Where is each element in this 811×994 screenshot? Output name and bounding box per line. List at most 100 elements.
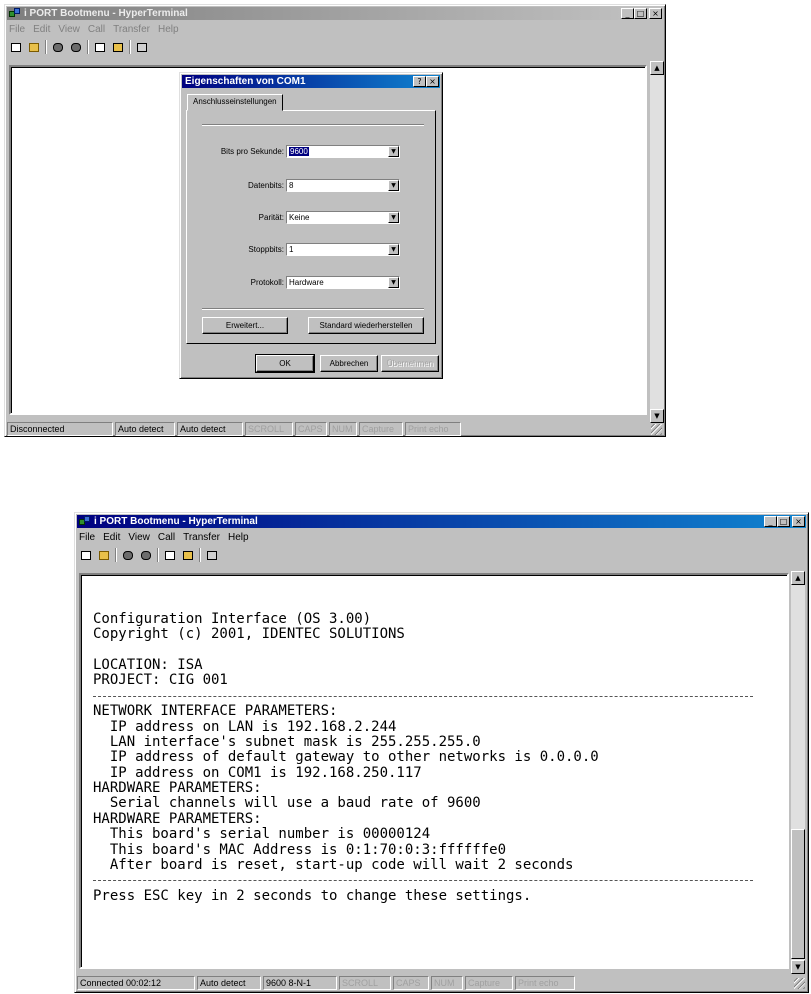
scroll-thumb[interactable] <box>791 829 805 959</box>
menu-file[interactable]: File <box>9 24 25 35</box>
scroll-up-icon[interactable]: ▲ <box>791 571 805 585</box>
scroll-up-icon[interactable]: ▲ <box>650 61 664 75</box>
cancel-button[interactable]: Abbrechen <box>320 355 378 372</box>
protocol-select[interactable]: Hardware ▼ <box>286 276 400 289</box>
open-icon[interactable] <box>27 41 41 54</box>
chevron-down-icon[interactable]: ▼ <box>388 277 399 288</box>
terminal-line: LAN interface's subnet mask is 255.255.2… <box>93 733 481 750</box>
toolbar-separator <box>199 548 201 562</box>
connect-icon[interactable] <box>51 41 65 54</box>
terminal-line: Press ESC key in 2 seconds to change the… <box>93 887 532 904</box>
new-icon[interactable] <box>9 41 23 54</box>
terminal-line: HARDWARE PARAMETERS: <box>93 810 262 827</box>
close-icon[interactable]: × <box>649 8 662 19</box>
disconnect-icon[interactable] <box>69 41 83 54</box>
close-icon[interactable]: × <box>792 516 805 527</box>
groupbox-bottom-line <box>202 308 424 310</box>
terminal-line: LOCATION: ISA <box>93 656 203 673</box>
field-value: Keine <box>289 213 310 222</box>
advanced-button[interactable]: Erweitert... <box>202 317 288 334</box>
groupbox-top-line <box>202 124 424 126</box>
dialog-title: Eigenschaften von COM1 <box>185 76 306 87</box>
field-row-parity: Parität: Keine ▼ <box>204 211 400 224</box>
send-icon[interactable] <box>163 549 177 562</box>
window-title: i PORT Bootmenu - HyperTerminal <box>24 8 188 19</box>
resize-grip-icon[interactable] <box>794 978 805 989</box>
open-icon[interactable] <box>97 549 111 562</box>
terminal-line: Configuration Interface (OS 3.00) <box>93 610 372 627</box>
vertical-scrollbar[interactable]: ▲ ▼ <box>650 61 664 423</box>
menu-call[interactable]: Call <box>158 532 175 543</box>
menu-edit[interactable]: Edit <box>103 532 120 543</box>
terminal-line: NETWORK INTERFACE PARAMETERS: <box>93 703 338 720</box>
new-icon[interactable] <box>79 549 93 562</box>
send-icon[interactable] <box>93 41 107 54</box>
hyperterminal-app-icon <box>79 516 91 527</box>
field-label: Bits pro Sekunde: <box>220 147 284 156</box>
menu-transfer[interactable]: Transfer <box>183 532 220 543</box>
properties-icon[interactable] <box>205 549 219 562</box>
toolbar-separator <box>115 548 117 562</box>
menu-view[interactable]: View <box>58 24 80 35</box>
com-properties-dialog: Eigenschaften von COM1 ? × Anschlusseins… <box>179 72 443 379</box>
menu-help[interactable]: Help <box>228 532 249 543</box>
vertical-scrollbar[interactable]: ▲ ▼ <box>791 571 805 974</box>
status-bar: Disconnected Auto detect Auto detect SCR… <box>7 422 663 436</box>
terminal-separator-line <box>93 689 753 704</box>
ok-button[interactable]: OK <box>255 354 315 373</box>
chevron-down-icon[interactable]: ▼ <box>388 146 399 157</box>
field-value: 1 <box>289 245 294 254</box>
bits-per-second-select[interactable]: 9600 ▼ <box>286 145 400 158</box>
help-icon[interactable]: ? <box>413 76 426 87</box>
terminal-line: PROJECT: CIG 001 <box>93 672 228 689</box>
menu-edit[interactable]: Edit <box>33 24 50 35</box>
terminal-line: After board is reset, start-up code will… <box>93 857 574 874</box>
maximize-icon[interactable]: □ <box>634 8 647 19</box>
field-value: 9600 <box>289 147 309 156</box>
dialog-close-icon[interactable]: × <box>426 76 439 87</box>
menu-file[interactable]: File <box>79 532 95 543</box>
properties-icon[interactable] <box>135 41 149 54</box>
chevron-down-icon[interactable]: ▼ <box>388 180 399 191</box>
field-row-bits: Bits pro Sekunde: 9600 ▼ <box>204 145 400 158</box>
maximize-icon[interactable]: □ <box>777 516 790 527</box>
apply-button[interactable]: Übernehmen <box>381 355 439 372</box>
minimize-icon[interactable]: _ <box>764 516 777 527</box>
menu-transfer[interactable]: Transfer <box>113 24 150 35</box>
receive-icon[interactable] <box>181 549 195 562</box>
tab-anschlusseinstellungen[interactable]: Anschlusseinstellungen <box>187 94 283 111</box>
status-num: NUM <box>329 422 357 436</box>
field-label: Stoppbits: <box>248 245 284 254</box>
menu-call[interactable]: Call <box>88 24 105 35</box>
scroll-down-icon[interactable]: ▼ <box>650 409 664 423</box>
menu-view[interactable]: View <box>128 532 150 543</box>
dialog-titlebar[interactable]: Eigenschaften von COM1 ? × <box>182 75 440 88</box>
terminal-line: IP address of default gateway to other n… <box>93 749 599 766</box>
minimize-icon[interactable]: _ <box>621 8 634 19</box>
terminal-area[interactable]: Configuration Interface (OS 3.00) Copyrig… <box>79 573 789 969</box>
chevron-down-icon[interactable]: ▼ <box>388 212 399 223</box>
field-label: Datenbits: <box>247 181 284 190</box>
menu-help[interactable]: Help <box>158 24 179 35</box>
connect-icon[interactable] <box>121 549 135 562</box>
status-bar: Connected 00:02:12 Auto detect 9600 8-N-… <box>77 976 806 990</box>
data-bits-select[interactable]: 8 ▼ <box>286 179 400 192</box>
parity-select[interactable]: Keine ▼ <box>286 211 400 224</box>
disconnect-icon[interactable] <box>139 549 153 562</box>
toolbar-separator <box>45 40 47 54</box>
status-connection: Connected 00:02:12 <box>77 976 195 990</box>
window-titlebar[interactable]: i PORT Bootmenu - HyperTerminal _ □ × <box>7 7 663 20</box>
scroll-down-icon[interactable]: ▼ <box>791 960 805 974</box>
window-titlebar[interactable]: i PORT Bootmenu - HyperTerminal _ □ × <box>77 515 806 528</box>
status-caps: CAPS <box>295 422 327 436</box>
toolbar-separator <box>157 548 159 562</box>
chevron-down-icon[interactable]: ▼ <box>388 244 399 255</box>
resize-grip-icon[interactable] <box>651 424 662 435</box>
terminal-line: This board's serial number is 00000124 <box>93 826 431 843</box>
stop-bits-select[interactable]: 1 ▼ <box>286 243 400 256</box>
status-scroll: SCROLL <box>245 422 293 436</box>
restore-defaults-button[interactable]: Standard wiederherstellen <box>308 317 424 334</box>
status-port-settings: 9600 8-N-1 <box>263 976 337 990</box>
receive-icon[interactable] <box>111 41 125 54</box>
